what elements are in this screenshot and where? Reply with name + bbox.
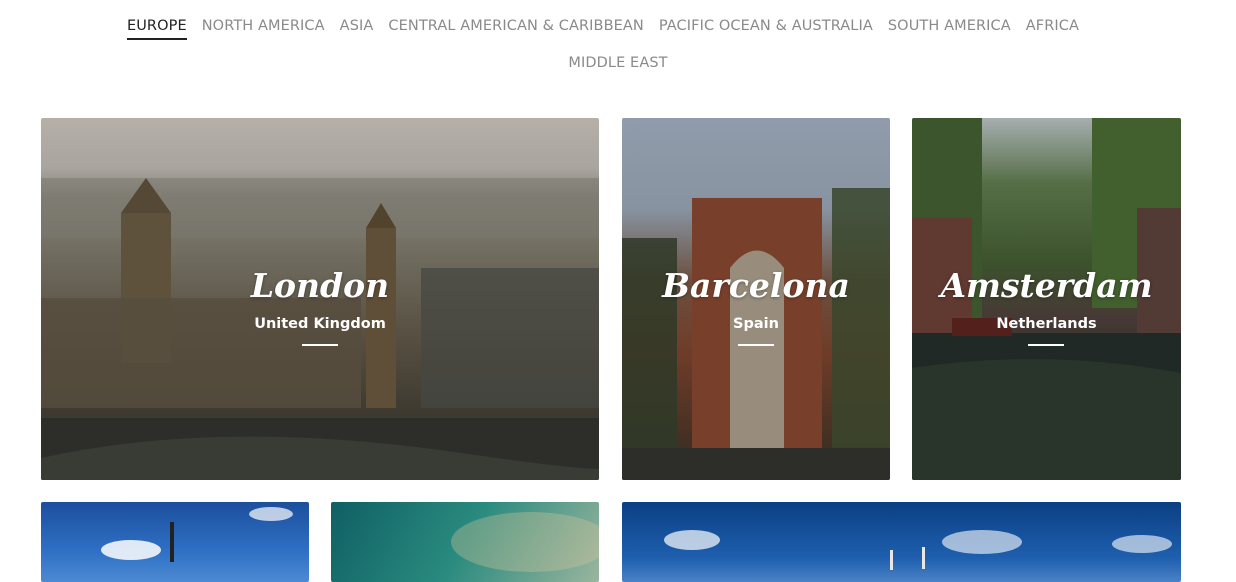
destination-card-partial-2[interactable] bbox=[331, 502, 599, 582]
tab-asia[interactable]: ASIA bbox=[340, 16, 374, 40]
card-country-name: Netherlands bbox=[996, 316, 1097, 332]
tab-south-america[interactable]: SOUTH AMERICA bbox=[888, 16, 1011, 40]
tab-middle-east[interactable]: MIDDLE EAST bbox=[568, 53, 667, 77]
card-divider bbox=[738, 344, 774, 346]
tab-pacific-ocean-australia[interactable]: PACIFIC OCEAN & AUSTRALIA bbox=[659, 16, 873, 40]
coast-image bbox=[451, 512, 599, 572]
destination-card-partial-3[interactable] bbox=[622, 502, 1181, 582]
destination-card-partial-1[interactable] bbox=[41, 502, 309, 582]
destination-card-barcelona[interactable]: Barcelona Spain bbox=[622, 118, 890, 480]
tab-europe[interactable]: EUROPE bbox=[126, 16, 187, 40]
destination-card-amsterdam[interactable]: Amsterdam Netherlands bbox=[912, 118, 1181, 480]
card-country-name: United Kingdom bbox=[254, 316, 386, 332]
destination-card-london[interactable]: London United Kingdom bbox=[41, 118, 599, 480]
card-city-name: Amsterdam bbox=[940, 266, 1153, 305]
sky-image bbox=[664, 530, 1172, 570]
card-divider bbox=[1028, 344, 1064, 346]
sky-image bbox=[101, 507, 293, 562]
tab-africa[interactable]: AFRICA bbox=[1026, 16, 1079, 40]
card-city-name: London bbox=[250, 266, 390, 305]
tab-central-american-caribbean[interactable]: CENTRAL AMERICAN & CARIBBEAN bbox=[388, 16, 643, 40]
region-tabs-row-2: MIDDLE EAST bbox=[0, 53, 1236, 77]
tab-north-america[interactable]: NORTH AMERICA bbox=[202, 16, 325, 40]
region-tabs-row-1: EUROPE NORTH AMERICA ASIA CENTRAL AMERIC… bbox=[0, 16, 1236, 40]
card-country-name: Spain bbox=[733, 316, 779, 332]
card-city-name: Barcelona bbox=[662, 266, 850, 305]
card-divider bbox=[302, 344, 338, 346]
